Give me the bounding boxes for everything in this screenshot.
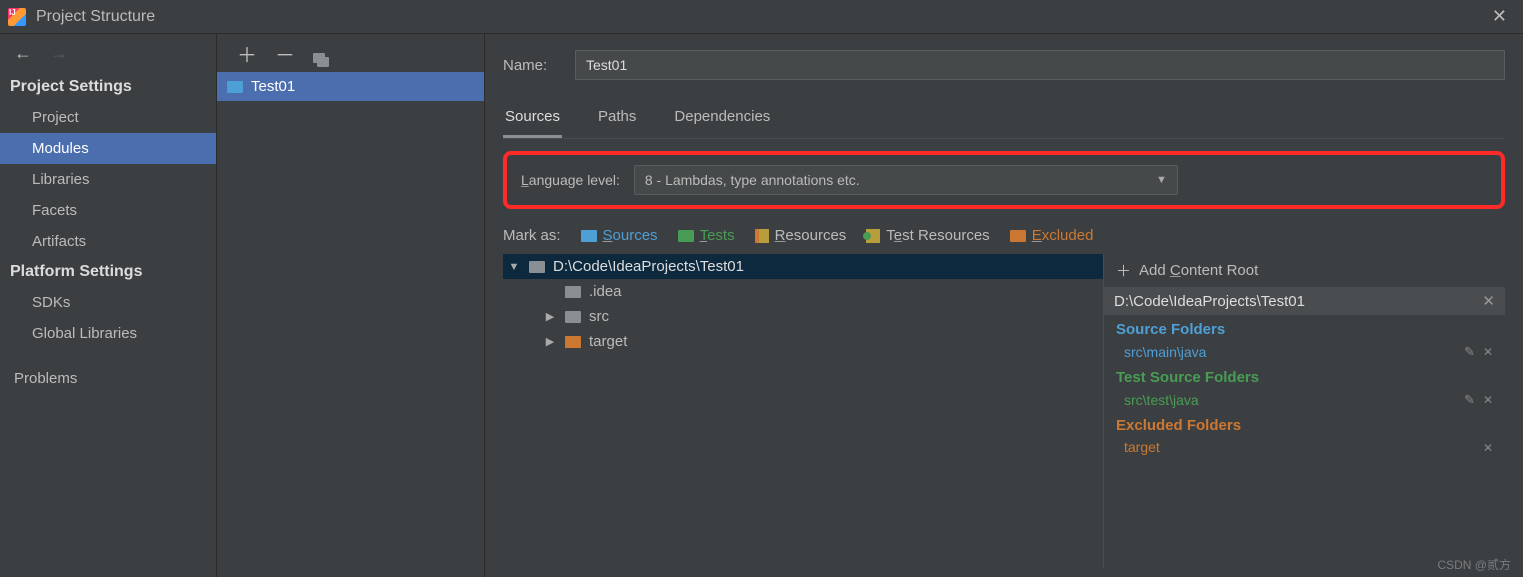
remove-content-root-icon[interactable]: ✕ <box>1482 292 1495 310</box>
source-folder-item[interactable]: src\main\java <box>1104 340 1505 363</box>
language-level-dropdown[interactable]: 8 - Lambdas, type annotations etc. ▼ <box>634 165 1178 195</box>
expand-icon[interactable]: ▶ <box>543 310 557 323</box>
tab-sources[interactable]: Sources <box>503 102 562 138</box>
module-folder-icon <box>227 81 243 93</box>
mark-resources[interactable]: Resources <box>755 227 847 244</box>
module-name: Test01 <box>251 78 295 95</box>
tree-node-target[interactable]: ▶ target <box>503 329 1103 354</box>
folder-icon <box>565 311 581 323</box>
content-root-panel: ＋ Add Content Root D:\Code\IdeaProjects\… <box>1103 254 1505 569</box>
excluded-folder-item[interactable]: target <box>1104 436 1505 458</box>
settings-sidebar: ← → Project Settings Project Modules Lib… <box>0 34 217 577</box>
mark-sources[interactable]: Sources <box>581 227 658 244</box>
nav-back-icon[interactable]: ← <box>14 43 32 64</box>
nav-forward-icon: → <box>50 43 68 64</box>
section-header-platform-settings: Platform Settings <box>0 257 216 287</box>
mark-test-resources[interactable]: Test Resources <box>866 227 989 244</box>
sidebar-item-global-libraries[interactable]: Global Libraries <box>0 318 216 349</box>
expand-icon[interactable]: ▶ <box>543 335 557 348</box>
mark-as-row: Mark as: Sources Tests Resources Test Re… <box>503 227 1505 244</box>
tree-node-src[interactable]: ▶ src <box>503 304 1103 329</box>
folder-icon <box>565 336 581 348</box>
mark-tests[interactable]: Tests <box>678 227 735 244</box>
remove-icon[interactable] <box>1483 343 1493 360</box>
language-level-value: 8 - Lambdas, type annotations etc. <box>645 172 860 188</box>
title-bar: Project Structure ✕ <box>0 0 1523 34</box>
watermark: CSDN @贰方 <box>1437 556 1511 573</box>
source-tree[interactable]: ▼ D:\Code\IdeaProjects\Test01 .idea ▶ sr… <box>503 254 1103 569</box>
module-name-input[interactable] <box>575 50 1505 80</box>
resources-folder-icon <box>755 229 769 243</box>
sidebar-item-problems[interactable]: Problems <box>0 363 216 394</box>
tab-dependencies[interactable]: Dependencies <box>672 102 772 138</box>
folder-icon <box>529 261 545 273</box>
name-label: Name: <box>503 57 561 74</box>
sidebar-item-project[interactable]: Project <box>0 102 216 133</box>
module-tabs: Sources Paths Dependencies <box>503 102 1505 139</box>
mark-as-label: Mark as: <box>503 227 561 244</box>
add-module-icon[interactable]: ＋ <box>237 39 257 68</box>
test-source-folder-item[interactable]: src\test\java <box>1104 388 1505 411</box>
module-list-panel: ＋ － Test01 <box>217 34 485 577</box>
module-item[interactable]: Test01 <box>217 72 484 101</box>
sidebar-item-facets[interactable]: Facets <box>0 195 216 226</box>
tree-node-idea[interactable]: .idea <box>503 279 1103 304</box>
module-detail-panel: Name: Sources Paths Dependencies Languag… <box>485 34 1523 577</box>
collapse-icon[interactable]: ▼ <box>507 261 521 273</box>
edit-icon[interactable] <box>1464 391 1475 408</box>
remove-module-icon[interactable]: － <box>275 39 295 68</box>
sources-folder-icon <box>581 230 597 242</box>
excluded-folder-icon <box>1010 230 1026 242</box>
tests-folder-icon <box>678 230 694 242</box>
sidebar-item-libraries[interactable]: Libraries <box>0 164 216 195</box>
test-resources-folder-icon <box>866 229 880 243</box>
sidebar-item-artifacts[interactable]: Artifacts <box>0 226 216 257</box>
remove-icon[interactable] <box>1483 439 1493 455</box>
tree-root-path: D:\Code\IdeaProjects\Test01 <box>553 258 744 275</box>
plus-icon: ＋ <box>1116 260 1131 281</box>
window-title: Project Structure <box>36 8 155 26</box>
test-source-folders-header: Test Source Folders <box>1104 363 1505 388</box>
folder-icon <box>565 286 581 298</box>
content-root-header: D:\Code\IdeaProjects\Test01 ✕ <box>1104 287 1505 315</box>
app-icon <box>8 8 26 26</box>
tree-root[interactable]: ▼ D:\Code\IdeaProjects\Test01 <box>503 254 1103 279</box>
remove-icon[interactable] <box>1483 391 1493 408</box>
sidebar-item-modules[interactable]: Modules <box>0 133 216 164</box>
excluded-folders-header: Excluded Folders <box>1104 411 1505 436</box>
sidebar-item-sdks[interactable]: SDKs <box>0 287 216 318</box>
edit-icon[interactable] <box>1464 343 1475 360</box>
add-content-root-button[interactable]: ＋ Add Content Root <box>1104 254 1505 287</box>
tab-paths[interactable]: Paths <box>596 102 638 138</box>
mark-excluded[interactable]: Excluded <box>1010 227 1094 244</box>
language-level-highlight: Language level: 8 - Lambdas, type annota… <box>503 151 1505 209</box>
section-header-project-settings: Project Settings <box>0 72 216 102</box>
source-folders-header: Source Folders <box>1104 315 1505 340</box>
language-level-label: Language level: <box>521 172 620 188</box>
close-icon[interactable]: ✕ <box>1484 4 1515 29</box>
content-root-path: D:\Code\IdeaProjects\Test01 <box>1114 293 1305 310</box>
chevron-down-icon: ▼ <box>1156 174 1167 186</box>
